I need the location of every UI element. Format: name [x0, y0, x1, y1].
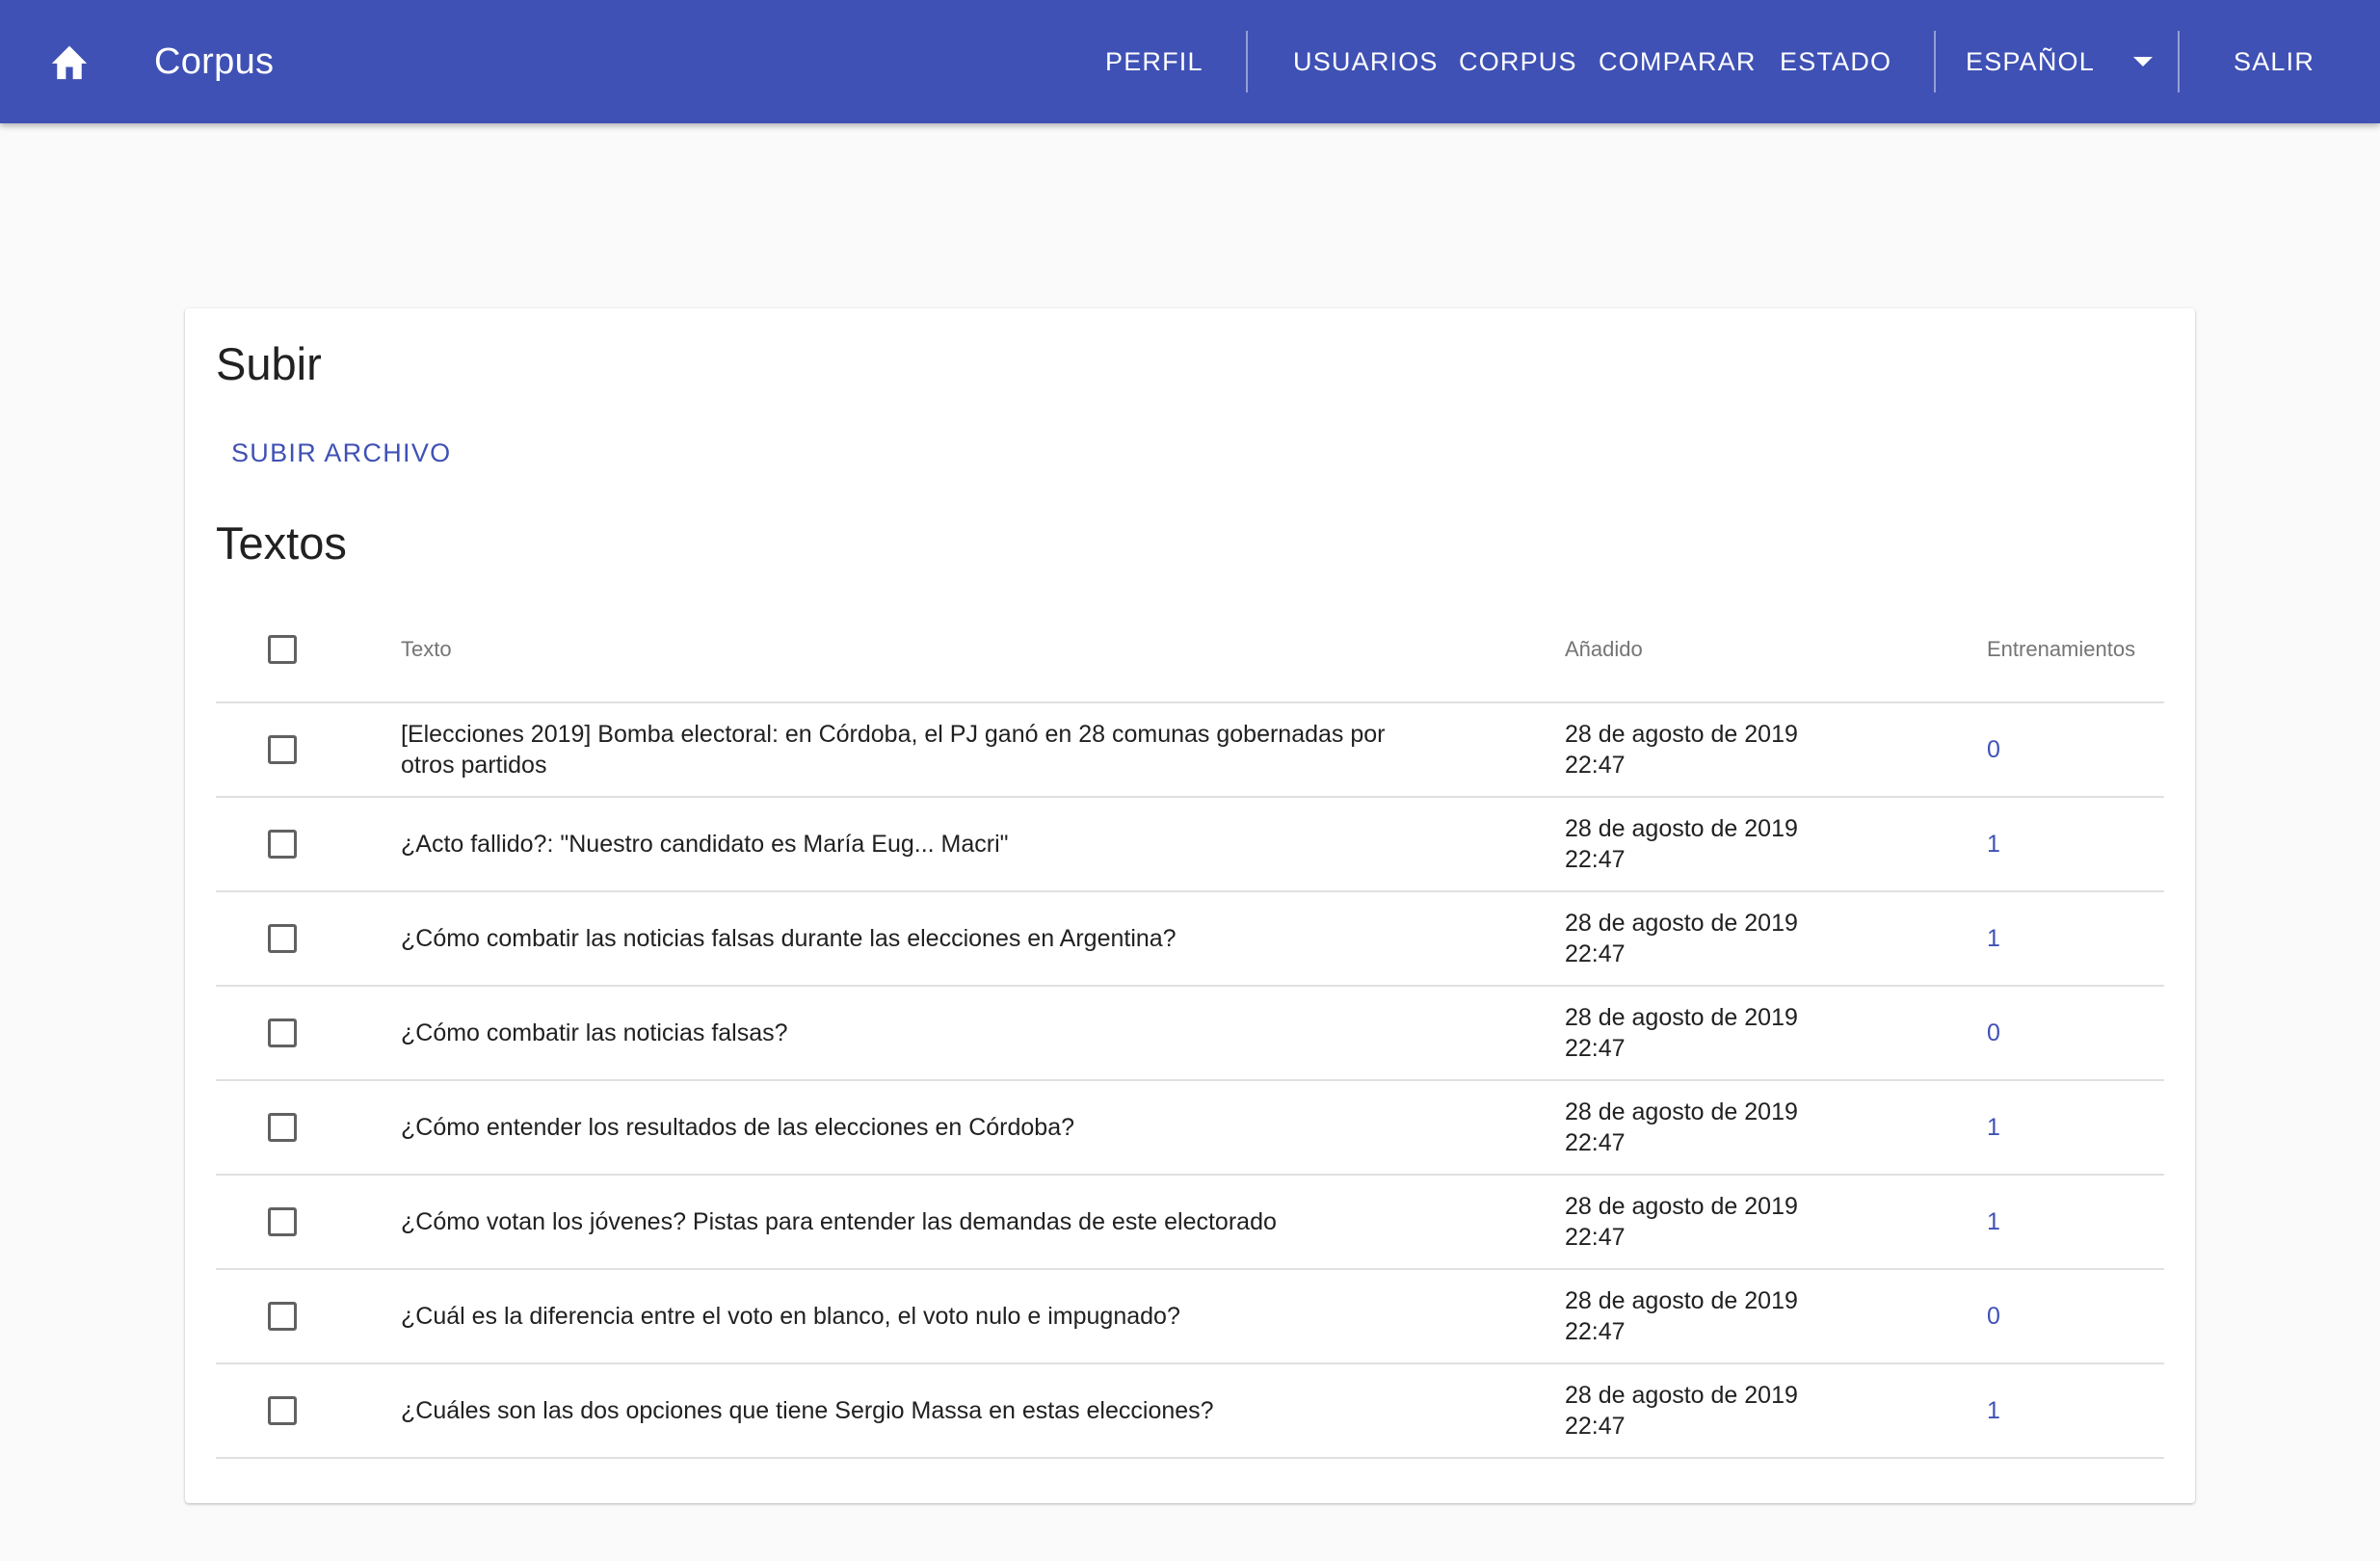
texts-table: Texto Añadido Entrenamientos [Elecciones…	[216, 597, 2164, 1561]
select-all-checkbox[interactable]	[268, 635, 297, 664]
row-added-date: 28 de agosto de 2019	[1565, 1287, 1798, 1314]
table-header-row: Texto Añadido Entrenamientos	[216, 597, 2164, 703]
nav-salir[interactable]: SALIR	[2234, 0, 2314, 123]
row-added-date: 28 de agosto de 2019	[1565, 721, 1798, 748]
upload-section-title: Subir	[216, 338, 322, 389]
nav-usuarios[interactable]: USUARIOS	[1293, 0, 1439, 123]
row-text: ¿Cuáles son las dos opciones que tiene S…	[401, 1397, 1214, 1424]
row-trainings-link[interactable]: 0	[1987, 1019, 2000, 1047]
table-row: [Elecciones 2019] Bomba electoral: en Có…	[216, 703, 2164, 798]
row-trainings-link[interactable]: 0	[1987, 736, 2000, 764]
row-text: [Elecciones 2019] Bomba electoral: en Có…	[401, 721, 1386, 779]
row-text: ¿Cómo entender los resultados de las ele…	[401, 1114, 1075, 1141]
home-button[interactable]	[39, 31, 100, 93]
row-added-date: 28 de agosto de 2019	[1565, 1004, 1798, 1031]
row-checkbox[interactable]	[268, 735, 297, 764]
upload-file-button[interactable]: SUBIR ARCHIVO	[216, 424, 466, 482]
nav-estado[interactable]: ESTADO	[1780, 0, 1891, 123]
table-row: ¿Cómo votan los jóvenes? Pistas para ent…	[216, 1176, 2164, 1270]
nav-perfil[interactable]: PERFIL	[1105, 0, 1203, 123]
row-checkbox[interactable]	[268, 1207, 297, 1236]
texts-section-title: Textos	[216, 517, 347, 569]
row-trainings-link[interactable]: 1	[1987, 925, 2000, 953]
row-text: ¿Cómo combatir las noticias falsas?	[401, 1019, 788, 1046]
table-row: ¿Acto fallido?: "Nuestro candidato es Ma…	[216, 798, 2164, 892]
row-added-time: 22:47	[1565, 1129, 1626, 1156]
row-added-time: 22:47	[1565, 940, 1626, 967]
table-row: ¿Cuál es la diferencia entre el voto en …	[216, 1270, 2164, 1364]
row-checkbox[interactable]	[268, 924, 297, 953]
row-added-time: 22:47	[1565, 1318, 1626, 1345]
row-added-time: 22:47	[1565, 1035, 1626, 1062]
row-checkbox[interactable]	[268, 1113, 297, 1142]
row-added-date: 28 de agosto de 2019	[1565, 1382, 1798, 1409]
table-row: ¿Cómo entender los resultados de las ele…	[216, 1081, 2164, 1176]
row-trainings-link[interactable]: 1	[1987, 1114, 2000, 1142]
row-added-time: 22:47	[1565, 846, 1626, 873]
row-text: ¿Cuál es la diferencia entre el voto en …	[401, 1303, 1180, 1330]
table-row: ¿Cómo combatir las noticias falsas duran…	[216, 892, 2164, 987]
nav-divider	[2178, 31, 2180, 93]
app-bar: Corpus PERFIL USUARIOS CORPUS COMPARAR E…	[0, 0, 2380, 123]
row-trainings-link[interactable]: 0	[1987, 1303, 2000, 1331]
language-select-label: ESPAÑOL	[1966, 46, 2095, 76]
app-title: Corpus	[154, 41, 275, 82]
row-checkbox[interactable]	[268, 1302, 297, 1331]
row-added-time: 22:47	[1565, 1224, 1626, 1251]
nav-divider	[1934, 31, 1936, 93]
nav-corpus[interactable]: CORPUS	[1459, 0, 1577, 123]
table-row: ¿Cómo combatir las noticias falsas? 28 de…	[216, 987, 2164, 1081]
row-checkbox[interactable]	[268, 1396, 297, 1425]
row-added-time: 22:47	[1565, 752, 1626, 779]
row-trainings-link[interactable]: 1	[1987, 831, 2000, 859]
row-added-date: 28 de agosto de 2019	[1565, 1193, 1798, 1220]
home-icon	[51, 45, 88, 80]
column-header-text: Texto	[401, 637, 452, 661]
corpus-card: Subir SUBIR ARCHIVO Textos Texto Añadido…	[185, 308, 2195, 1503]
column-header-trainings: Entrenamientos	[1987, 637, 2136, 661]
row-text: ¿Cómo votan los jóvenes? Pistas para ent…	[401, 1208, 1277, 1235]
row-checkbox[interactable]	[268, 830, 297, 859]
column-header-added: Añadido	[1565, 637, 1643, 661]
nav-divider	[1246, 31, 1248, 93]
table-row: ¿Cuáles son las dos opciones que tiene S…	[216, 1364, 2164, 1459]
row-added-date: 28 de agosto de 2019	[1565, 910, 1798, 937]
row-text: ¿Acto fallido?: "Nuestro candidato es Ma…	[401, 831, 1009, 858]
row-checkbox[interactable]	[268, 1019, 297, 1047]
row-trainings-link[interactable]: 1	[1987, 1397, 2000, 1425]
row-added-date: 28 de agosto de 2019	[1565, 815, 1798, 842]
row-added-time: 22:47	[1565, 1413, 1626, 1440]
row-text: ¿Cómo combatir las noticias falsas duran…	[401, 925, 1177, 952]
row-added-date: 28 de agosto de 2019	[1565, 1098, 1798, 1125]
caret-down-icon	[2132, 57, 2153, 66]
language-select[interactable]: ESPAÑOL	[1966, 0, 2153, 123]
row-trainings-link[interactable]: 1	[1987, 1208, 2000, 1236]
nav-comparar[interactable]: COMPARAR	[1599, 0, 1757, 123]
